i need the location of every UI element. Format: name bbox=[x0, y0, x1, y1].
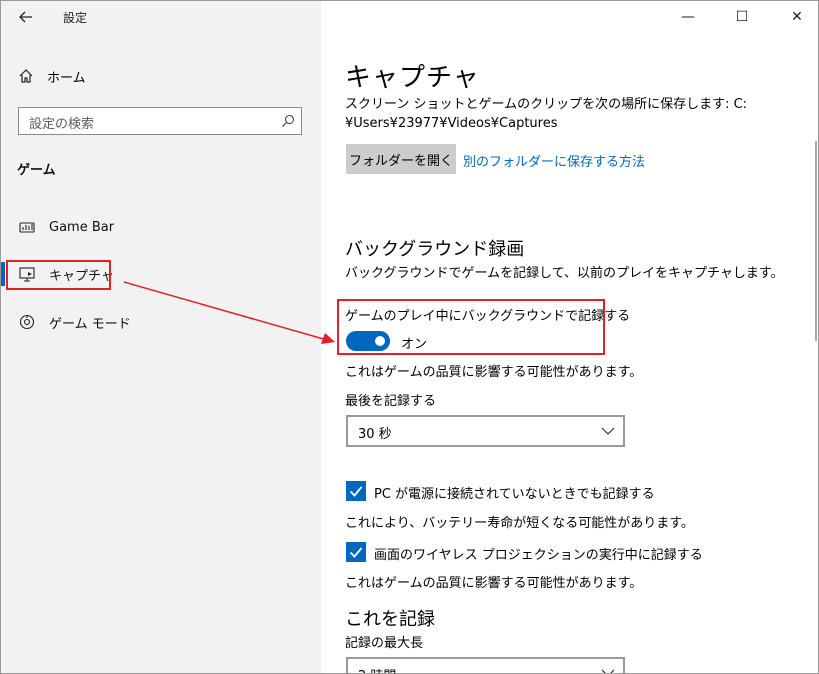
settings-window: 設定 ホーム 設定の検索 ゲーム Game Bar キャプチャ ゲーム モード … bbox=[0, 0, 819, 674]
annotation-arrow-icon bbox=[123, 281, 335, 344]
